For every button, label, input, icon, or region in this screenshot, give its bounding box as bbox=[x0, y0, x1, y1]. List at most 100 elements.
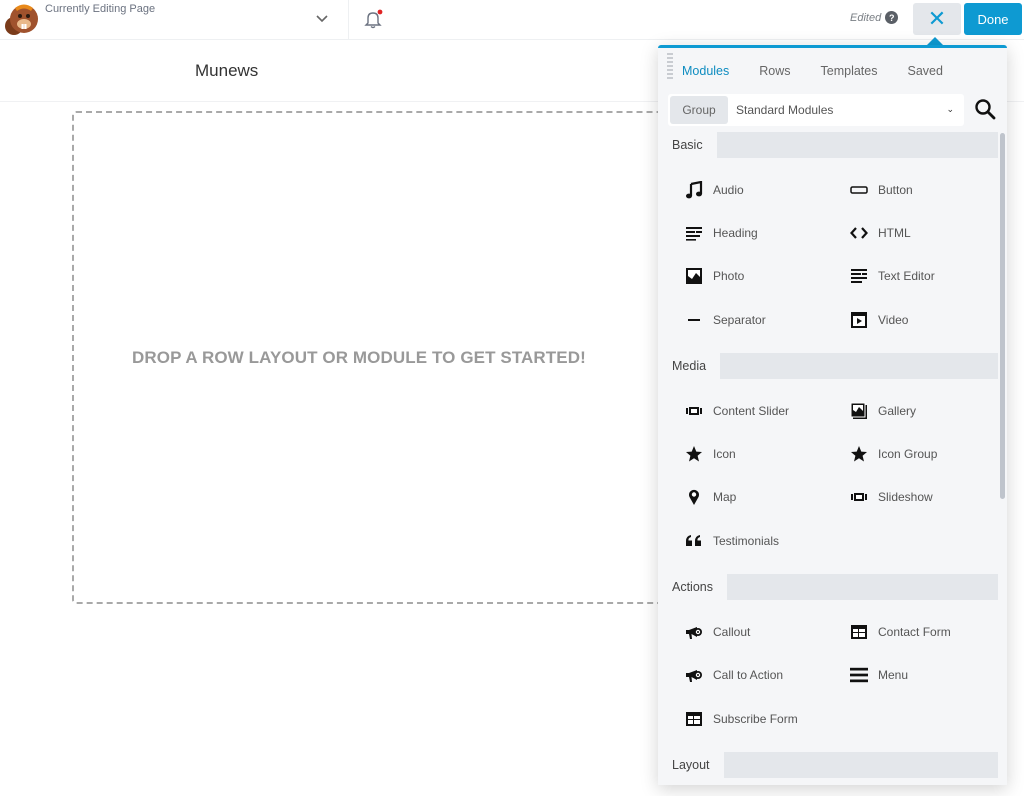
panel-tabs: Modules Rows Templates Saved bbox=[682, 64, 973, 78]
tab-rows[interactable]: Rows bbox=[759, 64, 790, 78]
edited-label: Edited bbox=[850, 11, 882, 24]
module-item-video[interactable]: Video bbox=[823, 298, 988, 341]
chevron-down-icon bbox=[316, 15, 328, 23]
module-label: Content Slider bbox=[713, 403, 790, 418]
site-title[interactable]: Munews bbox=[195, 61, 258, 81]
form-icon bbox=[850, 623, 868, 641]
module-item-subscribe-form[interactable]: Subscribe Form bbox=[658, 697, 823, 740]
top-bar: Currently Editing Page Edited ? ✕ Done bbox=[0, 0, 1024, 40]
megaphone-icon bbox=[685, 666, 703, 684]
module-item-icon-group[interactable]: Icon Group bbox=[823, 432, 988, 475]
group-selector: Group Standard Modules ⌄ bbox=[668, 94, 964, 126]
code-icon bbox=[850, 224, 868, 242]
module-label: Slideshow bbox=[878, 490, 933, 505]
module-label: Separator bbox=[713, 312, 766, 327]
module-label: Video bbox=[878, 312, 909, 327]
module-label: Callout bbox=[713, 625, 751, 640]
section-title: Basic bbox=[658, 132, 717, 158]
section-header-layout: Layout bbox=[658, 752, 998, 779]
module-label: Text Editor bbox=[878, 269, 935, 284]
module-item-icon[interactable]: Icon bbox=[658, 432, 823, 475]
button-icon bbox=[850, 181, 868, 199]
map-pin-icon bbox=[685, 488, 703, 506]
search-icon[interactable] bbox=[974, 98, 996, 120]
megaphone-icon bbox=[685, 623, 703, 641]
slider-icon bbox=[850, 488, 868, 506]
tab-modules[interactable]: Modules bbox=[682, 64, 729, 78]
star-icon bbox=[850, 445, 868, 463]
beaver-logo-icon[interactable] bbox=[2, 2, 40, 38]
help-icon[interactable]: ? bbox=[885, 11, 899, 24]
module-list: Basic Audio Button Heading HTML Photo Text Edi… bbox=[658, 132, 998, 779]
chevron-down-icon: ⌄ bbox=[946, 104, 954, 114]
module-item-gallery[interactable]: Gallery bbox=[823, 389, 988, 432]
close-icon: ✕ bbox=[927, 6, 947, 31]
section-body: Callout Contact Form Call to Action Menu Sub… bbox=[658, 600, 998, 752]
heading-icon bbox=[685, 224, 703, 242]
tab-templates[interactable]: Templates bbox=[821, 64, 878, 78]
gallery-icon bbox=[850, 402, 868, 420]
module-label: Map bbox=[713, 490, 737, 505]
module-item-content-slider[interactable]: Content Slider bbox=[658, 389, 823, 432]
module-item-html[interactable]: HTML bbox=[823, 211, 988, 254]
module-label: Call to Action bbox=[713, 668, 784, 683]
form-icon bbox=[685, 710, 703, 728]
notification-dot bbox=[377, 9, 383, 15]
divider bbox=[348, 0, 349, 40]
group-label: Group bbox=[670, 96, 728, 124]
section-header-actions: Actions bbox=[658, 574, 998, 601]
module-item-text-editor[interactable]: Text Editor bbox=[823, 255, 988, 298]
module-label: Button bbox=[878, 182, 913, 197]
module-label: Subscribe Form bbox=[713, 711, 798, 726]
currently-editing-label: Currently Editing Page bbox=[45, 3, 156, 15]
module-label: Testimonials bbox=[713, 533, 780, 548]
notifications-bell-icon[interactable] bbox=[362, 8, 384, 30]
photo-icon bbox=[685, 267, 703, 285]
module-label: HTML bbox=[878, 225, 911, 240]
text-editor-icon bbox=[850, 267, 868, 285]
module-item-audio[interactable]: Audio bbox=[658, 168, 823, 211]
content-panel: Modules Rows Templates Saved Group Stand… bbox=[658, 45, 1007, 785]
module-label: Contact Form bbox=[878, 625, 951, 640]
close-panel-button[interactable]: ✕ bbox=[913, 3, 961, 35]
module-item-menu[interactable]: Menu bbox=[823, 654, 988, 697]
module-item-separator[interactable]: Separator bbox=[658, 298, 823, 341]
module-item-photo[interactable]: Photo bbox=[658, 255, 823, 298]
group-value: Standard Modules bbox=[736, 103, 834, 117]
section-title: Media bbox=[658, 353, 721, 380]
drag-handle[interactable] bbox=[667, 53, 673, 81]
star-icon bbox=[685, 445, 703, 463]
tab-saved[interactable]: Saved bbox=[908, 64, 943, 78]
module-item-callout[interactable]: Callout bbox=[658, 610, 823, 653]
module-label: Icon bbox=[713, 447, 736, 462]
module-item-call-to-action[interactable]: Call to Action bbox=[658, 654, 823, 697]
module-item-button[interactable]: Button bbox=[823, 168, 988, 211]
module-item-testimonials[interactable]: Testimonials bbox=[658, 519, 823, 562]
section-title: Actions bbox=[658, 574, 727, 601]
module-item-contact-form[interactable]: Contact Form bbox=[823, 610, 988, 653]
module-label: Photo bbox=[713, 269, 745, 284]
module-label: Menu bbox=[878, 668, 909, 683]
section-header-media: Media bbox=[658, 353, 998, 380]
group-select[interactable]: Standard Modules ⌄ bbox=[728, 94, 964, 126]
video-icon bbox=[850, 311, 868, 329]
music-note-icon bbox=[685, 180, 703, 199]
drop-message: DROP A ROW LAYOUT OR MODULE TO GET START… bbox=[132, 348, 586, 367]
section-title: Layout bbox=[658, 752, 724, 779]
section-header-basic: Basic bbox=[658, 132, 998, 158]
slider-icon bbox=[685, 402, 703, 420]
edited-status: Edited ? bbox=[850, 11, 899, 24]
menu-icon bbox=[850, 666, 868, 684]
module-label: Gallery bbox=[878, 403, 917, 418]
panel-caret bbox=[927, 37, 943, 45]
module-item-slideshow[interactable]: Slideshow bbox=[823, 476, 988, 519]
section-body: Content Slider Gallery Icon Icon Group Map Sl… bbox=[658, 379, 998, 574]
quote-icon bbox=[685, 532, 703, 550]
done-button[interactable]: Done bbox=[964, 3, 1022, 35]
module-item-heading[interactable]: Heading bbox=[658, 211, 823, 254]
section-body: Audio Button Heading HTML Photo Text Editor Se… bbox=[658, 158, 998, 353]
module-label: Icon Group bbox=[878, 447, 938, 462]
panel-scrollbar[interactable] bbox=[1000, 133, 1005, 499]
page-menu-toggle[interactable] bbox=[310, 8, 334, 30]
module-item-map[interactable]: Map bbox=[658, 476, 823, 519]
